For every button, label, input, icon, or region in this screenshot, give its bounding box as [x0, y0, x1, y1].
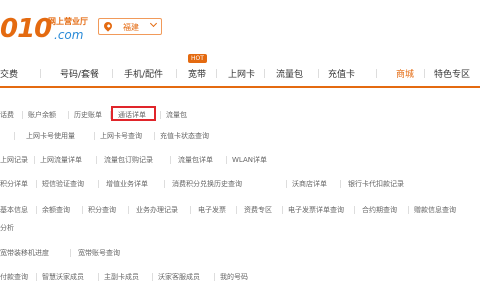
submenu-item[interactable]: 上网流量详单 — [40, 155, 82, 165]
submenu-item[interactable]: 积分查询 — [88, 205, 116, 215]
submenu-divider — [190, 206, 191, 214]
submenu-item[interactable]: 合约期查询 — [362, 205, 397, 215]
submenu-divider — [236, 206, 237, 214]
nav-item-recharge[interactable]: 充值卡 — [328, 67, 355, 80]
submenu-item[interactable]: 流量包 — [166, 110, 187, 120]
submenu-divider — [170, 156, 171, 164]
submenu-row: 宽带装移机进度 宽带账号查询 — [0, 244, 480, 263]
submenu-item[interactable]: 银行卡代扣款记录 — [348, 179, 404, 189]
submenu-item[interactable]: 账户余额 — [28, 110, 56, 120]
submenu-divider — [36, 180, 37, 188]
submenu-item[interactable]: 我的号码 — [220, 272, 248, 282]
submenu-divider — [98, 273, 99, 281]
nav-item-broadband[interactable]: 宽带 — [188, 67, 206, 80]
nav-divider — [318, 69, 319, 78]
nav-divider — [424, 69, 425, 78]
submenu-item[interactable]: 资费专区 — [244, 205, 272, 215]
nav-divider — [176, 69, 177, 78]
submenu-item[interactable]: 沃家客服成员 — [158, 272, 200, 282]
submenu-divider — [94, 132, 95, 140]
submenu-divider — [36, 273, 37, 281]
submenu-item[interactable]: 流量包订购记录 — [104, 155, 153, 165]
nav-divider — [216, 69, 217, 78]
submenu-item[interactable]: 历史账单 — [74, 110, 102, 120]
submenu-item[interactable]: 付款查询 — [0, 272, 28, 282]
logo-title: 网上营业厅 — [48, 17, 88, 26]
main-nav: 交费 号码/套餐 手机/配件 宽带 上网卡 流量包 充值卡 商城 特色专区 — [0, 60, 480, 88]
submenu-item[interactable]: 积分详单 — [0, 179, 28, 189]
submenu-item[interactable]: 主副卡成员 — [104, 272, 139, 282]
submenu-item[interactable]: 业务办理记录 — [136, 205, 178, 215]
logo-number: 010 — [0, 14, 52, 44]
submenu-divider — [82, 206, 83, 214]
submenu-divider — [98, 180, 99, 188]
submenu-item[interactable]: 余额查询 — [42, 205, 70, 215]
submenu-item[interactable]: 消费积分兑换历史查询 — [172, 179, 242, 189]
submenu-divider — [36, 206, 37, 214]
submenu-divider — [22, 111, 23, 119]
submenu-divider — [14, 132, 15, 140]
highlight-box — [111, 106, 156, 121]
submenu-divider — [152, 273, 153, 281]
submenu-item[interactable]: 沃商店详单 — [292, 179, 327, 189]
nav-item-mall[interactable]: 商城 — [396, 67, 414, 80]
submenu-divider — [214, 273, 215, 281]
submenu-item[interactable]: 上网卡号使用量 — [26, 131, 75, 141]
submenu-item[interactable]: WLAN详单 — [232, 155, 267, 165]
submenu-item[interactable]: 基本信息 — [0, 205, 28, 215]
submenu-item[interactable]: 上网卡号查询 — [100, 131, 142, 141]
nav-item-phones[interactable]: 手机/配件 — [124, 67, 163, 80]
submenu-divider — [226, 156, 227, 164]
submenu-divider — [164, 180, 165, 188]
city-name: 福建 — [123, 23, 139, 32]
submenu-divider — [340, 180, 341, 188]
location-pin-icon — [102, 20, 114, 32]
submenu-item[interactable]: 充值卡状态查询 — [160, 131, 209, 141]
nav-item-data-pack[interactable]: 流量包 — [276, 67, 303, 80]
submenu-divider — [354, 206, 355, 214]
submenu-row: 话费 账户余额 历史账单 通话详单 流量包 — [0, 106, 480, 125]
submenu-row: 上网卡号使用量 上网卡号查询 充值卡状态查询 — [0, 127, 480, 146]
submenu-item[interactable]: 电子发票 — [198, 205, 226, 215]
header: 010 网上营业厅 .com 福建 — [0, 0, 480, 48]
submenu-divider — [70, 249, 71, 257]
submenu-item[interactable]: 话费 — [0, 110, 14, 120]
nav-item-data-card[interactable]: 上网卡 — [228, 67, 255, 80]
nav-divider — [376, 69, 377, 78]
submenu-item[interactable]: 宽带账号查询 — [78, 248, 120, 258]
nav-divider — [264, 69, 265, 78]
nav-item-plan[interactable]: 号码/套餐 — [60, 67, 99, 80]
submenu-row: 上网记录 上网流量详单 流量包订购记录 流量包详单 WLAN详单 — [0, 151, 480, 170]
submenu-item[interactable]: 短信验证查询 — [42, 179, 84, 189]
submenu-item[interactable]: 智慧沃家成员 — [42, 272, 84, 282]
submenu-item[interactable]: 分析 — [0, 223, 14, 233]
submenu-item[interactable]: 流量包详单 — [178, 155, 213, 165]
submenu-divider — [160, 111, 161, 119]
logo-domain: .com — [54, 28, 84, 42]
submenu-row: 积分详单 短信验证查询 增值业务详单 消费积分兑换历史查询 沃商店详单 银行卡代… — [0, 175, 480, 194]
submenu-item[interactable]: 赠款信息查询 — [414, 205, 456, 215]
nav-item-fee[interactable]: 交费 — [0, 67, 18, 80]
submenu-item[interactable]: 电子发票详单查询 — [288, 205, 344, 215]
submenu-divider — [154, 132, 155, 140]
submenu-divider — [128, 206, 129, 214]
submenu-item[interactable]: 宽带装移机进度 — [0, 248, 49, 258]
submenu-row: 分析 — [0, 219, 480, 238]
submenu-divider — [286, 180, 287, 188]
submenu-divider — [34, 156, 35, 164]
submenu-row: 基本信息 余额查询 积分查询 业务办理记录 电子发票 资费专区 电子发票详单查询… — [0, 201, 480, 220]
submenu-item[interactable]: 上网记录 — [0, 155, 28, 165]
nav-divider — [112, 69, 113, 78]
submenu-divider — [96, 156, 97, 164]
submenu-item[interactable]: 增值业务详单 — [106, 179, 148, 189]
submenu-divider — [68, 111, 69, 119]
nav-item-special[interactable]: 特色专区 — [434, 67, 470, 80]
submenu-row: 付款查询 智慧沃家成员 主副卡成员 沃家客服成员 我的号码 — [0, 268, 480, 287]
submenu-divider — [408, 206, 409, 214]
city-selector[interactable]: 福建 — [98, 18, 162, 35]
chevron-down-icon — [149, 19, 158, 28]
nav-divider — [40, 69, 41, 78]
submenu-divider — [282, 206, 283, 214]
